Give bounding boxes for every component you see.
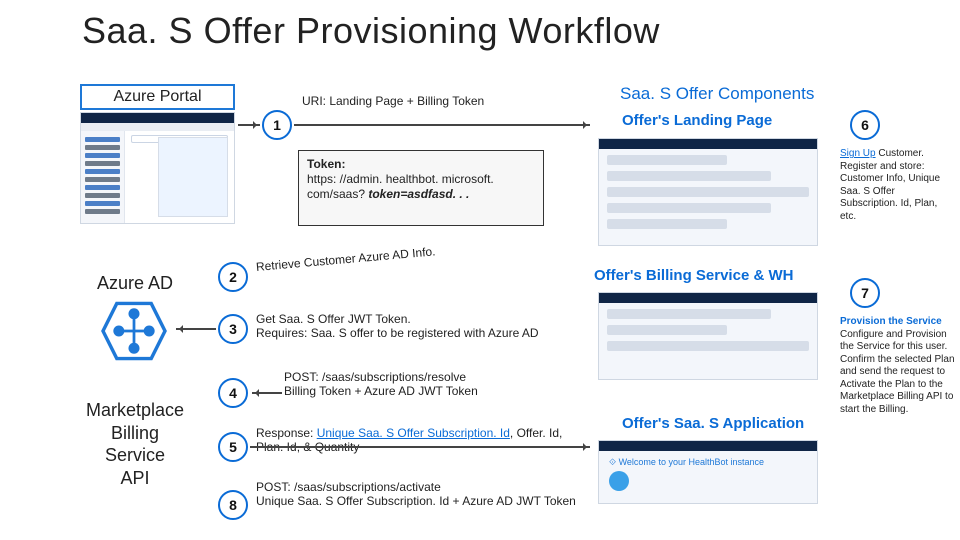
note-6: Sign Up Customer. Register and store: Cu… <box>840 148 955 223</box>
retrieve-label: Retrieve Customer Azure AD Info. <box>255 244 436 274</box>
azure-portal-box: Azure Portal <box>80 84 235 110</box>
saas-app-title: Offer's Saa. S Application <box>622 415 804 432</box>
step-7-bubble: 7 <box>850 278 880 308</box>
step-6-bubble: 6 <box>850 110 880 140</box>
landing-page-mock <box>598 138 818 246</box>
arrow-4-left <box>252 392 282 394</box>
post-resolve-label: POST: /saas/subscriptions/resolveBilling… <box>284 370 564 398</box>
arrow-3-to-aad <box>176 328 216 330</box>
billing-service-mock <box>598 292 818 380</box>
saas-app-mock: ⟐ Welcome to your HealthBot instance <box>598 440 818 504</box>
step-5-bubble: 5 <box>218 432 248 462</box>
slide-title: Saa. S Offer Provisioning Workflow <box>82 10 660 52</box>
marketplace-api-label: Marketplace Billing Service API <box>60 388 210 500</box>
arrow-5-right <box>250 446 590 448</box>
token-callout: Token: https: //admin. healthbot. micros… <box>298 150 544 226</box>
billing-service-title: Offer's Billing Service & WH <box>594 267 793 284</box>
step-2-bubble: 2 <box>218 262 248 292</box>
post-activate-label: POST: /saas/subscriptions/activateUnique… <box>256 480 576 508</box>
note-7: Provision the ServiceConfigure and Provi… <box>840 316 955 416</box>
components-title: Saa. S Offer Components <box>620 84 814 104</box>
landing-page-title: Offer's Landing Page <box>622 112 772 129</box>
azure-ad-icon <box>98 300 170 362</box>
step-8-bubble: 8 <box>218 490 248 520</box>
uri-label: URI: Landing Page + Billing Token <box>302 94 484 108</box>
arrow-portal-to-1 <box>238 124 260 126</box>
arrow-1-to-landing <box>294 124 590 126</box>
jwt-label: Get Saa. S Offer JWT Token.Requires: Saa… <box>256 312 556 340</box>
step-3-bubble: 3 <box>218 314 248 344</box>
azure-ad-label: Azure AD <box>70 269 200 297</box>
step-1-bubble: 1 <box>262 110 292 140</box>
azure-portal-mock <box>80 112 235 224</box>
response-label: Response: Unique Saa. S Offer Subscripti… <box>256 426 576 454</box>
step-4-bubble: 4 <box>218 378 248 408</box>
